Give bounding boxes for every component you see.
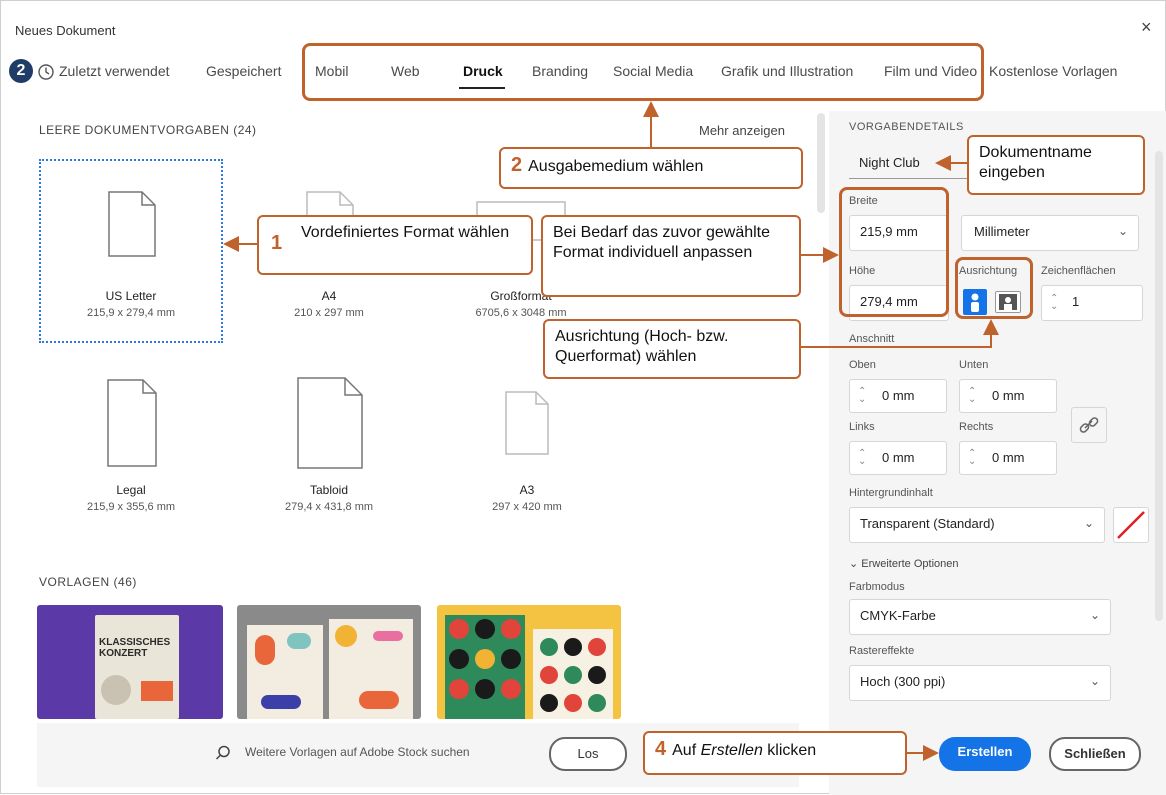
callout-connectors [223,101,999,761]
new-document-dialog: Neues Dokument × 2 Zuletzt verwendet Ges… [0,0,1166,795]
